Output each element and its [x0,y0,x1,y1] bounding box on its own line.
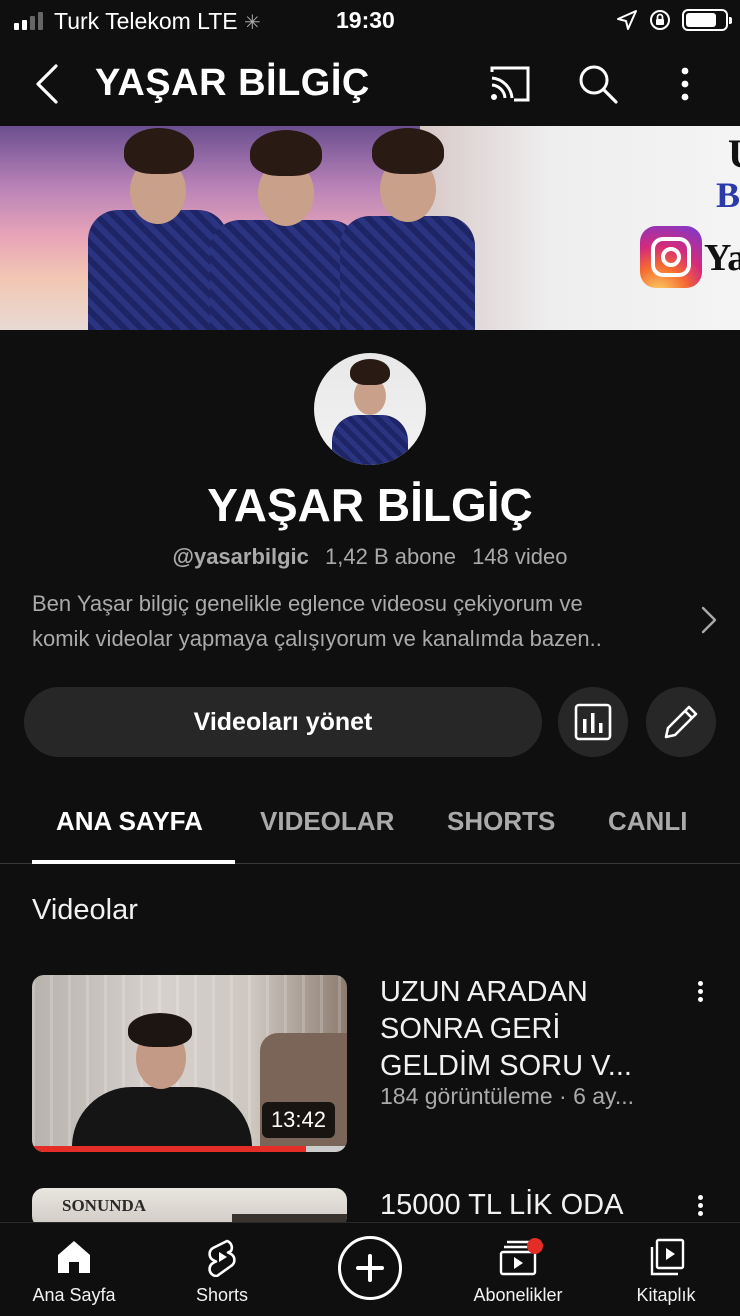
channel-avatar[interactable] [314,353,426,465]
nav-shorts[interactable]: Shorts [148,1223,296,1316]
video-title[interactable]: UZUN ARADAN SONRA GERİ GELDİM SORU V... [380,974,680,1085]
shorts-icon [208,1239,236,1277]
home-icon [58,1241,90,1273]
app-header: YAŞAR BİLGİÇ [0,42,740,126]
video-count: 148 video [472,544,568,569]
video-thumbnail[interactable]: 13:42 [32,975,347,1152]
rotation-lock-icon [650,10,670,30]
nav-home[interactable]: Ana Sayfa [0,1223,148,1316]
page-title: YAŞAR BİLGİÇ [95,62,370,104]
more-vert-icon[interactable] [663,62,707,106]
video-title-line: UZUN ARADAN [380,976,588,1008]
create-plus-icon[interactable] [338,1236,402,1300]
video-title-line: GELDİM SORU V... [380,1050,632,1082]
channel-handle: @yasarbilgic [172,544,309,569]
banner-person [210,126,360,330]
pencil-icon [664,705,698,739]
tab-shorts[interactable]: SHORTS [447,806,555,837]
clock: 19:30 [336,7,395,33]
battery-icon [682,9,732,31]
banner-letter: Ya [704,237,740,279]
video-title[interactable]: 15000 TL LİK ODA [380,1187,680,1221]
analytics-button[interactable] [558,687,628,757]
channel-description[interactable]: Ben Yaşar bilgiç genelikle eglence video… [32,586,682,656]
edit-channel-button[interactable] [646,687,716,757]
back-icon[interactable] [30,60,70,108]
banner-letter: U [728,130,740,177]
signal-strength-icon [14,12,43,30]
subscriber-count: 1,42 B abone [325,544,456,569]
chevron-right-icon[interactable] [698,604,720,636]
active-tab-indicator [32,860,235,864]
search-icon[interactable] [576,62,620,106]
nav-library[interactable]: Kitaplık [592,1223,740,1316]
location-arrow-icon [617,10,637,30]
description-line: Ben Yaşar bilgiç genelikle eglence video… [32,591,583,616]
analytics-icon [574,703,612,741]
nav-label: Kitaplık [636,1285,696,1305]
video-title-line: SONRA GERİ [380,1013,561,1045]
nav-label: Ana Sayfa [32,1285,116,1305]
video-more-icon[interactable] [690,978,710,1008]
thumbnail-text: SONUNDA [62,1196,147,1215]
notification-dot [527,1238,543,1254]
watch-progress-bar [32,1146,347,1152]
section-title: Videolar [32,894,138,926]
bottom-navigation: Ana Sayfa Shorts Abonelikler Kitaplık [0,1222,740,1316]
status-right [616,8,732,32]
tab-videos[interactable]: VIDEOLAR [260,806,394,837]
tab-home[interactable]: ANA SAYFA [56,806,203,837]
channel-banner: U B Ya [0,126,740,330]
banner-person [88,126,228,330]
video-more-icon[interactable] [690,1192,710,1222]
video-duration: 13:42 [261,1102,335,1138]
channel-tabs: ANA SAYFA VIDEOLAR SHORTS CANLI [0,790,740,864]
status-bar: Turk Telekom LTE ✳ 19:30 [0,0,740,42]
nav-label: Abonelikler [473,1285,563,1305]
nav-label: Shorts [195,1285,249,1305]
channel-meta: @yasarbilgic 1,42 B abone 148 video [0,544,740,570]
video-meta: 184 görüntüleme · 6 ay... [380,1083,634,1109]
banner-letter: B [716,175,740,215]
carrier-label: Turk Telekom LTE ✳ [54,8,261,34]
manage-videos-button[interactable]: Videoları yönet [24,687,542,757]
nav-subscriptions[interactable]: Abonelikler [444,1223,592,1316]
channel-name: YAŞAR BİLGİÇ [207,479,533,531]
tab-live[interactable]: CANLI [608,806,687,837]
banner-person [340,126,475,330]
instagram-logo-icon [640,226,702,288]
description-line: komik videolar yapmaya çalışıyorum ve ka… [32,626,602,651]
library-icon [650,1238,685,1276]
cast-icon[interactable] [488,62,532,106]
